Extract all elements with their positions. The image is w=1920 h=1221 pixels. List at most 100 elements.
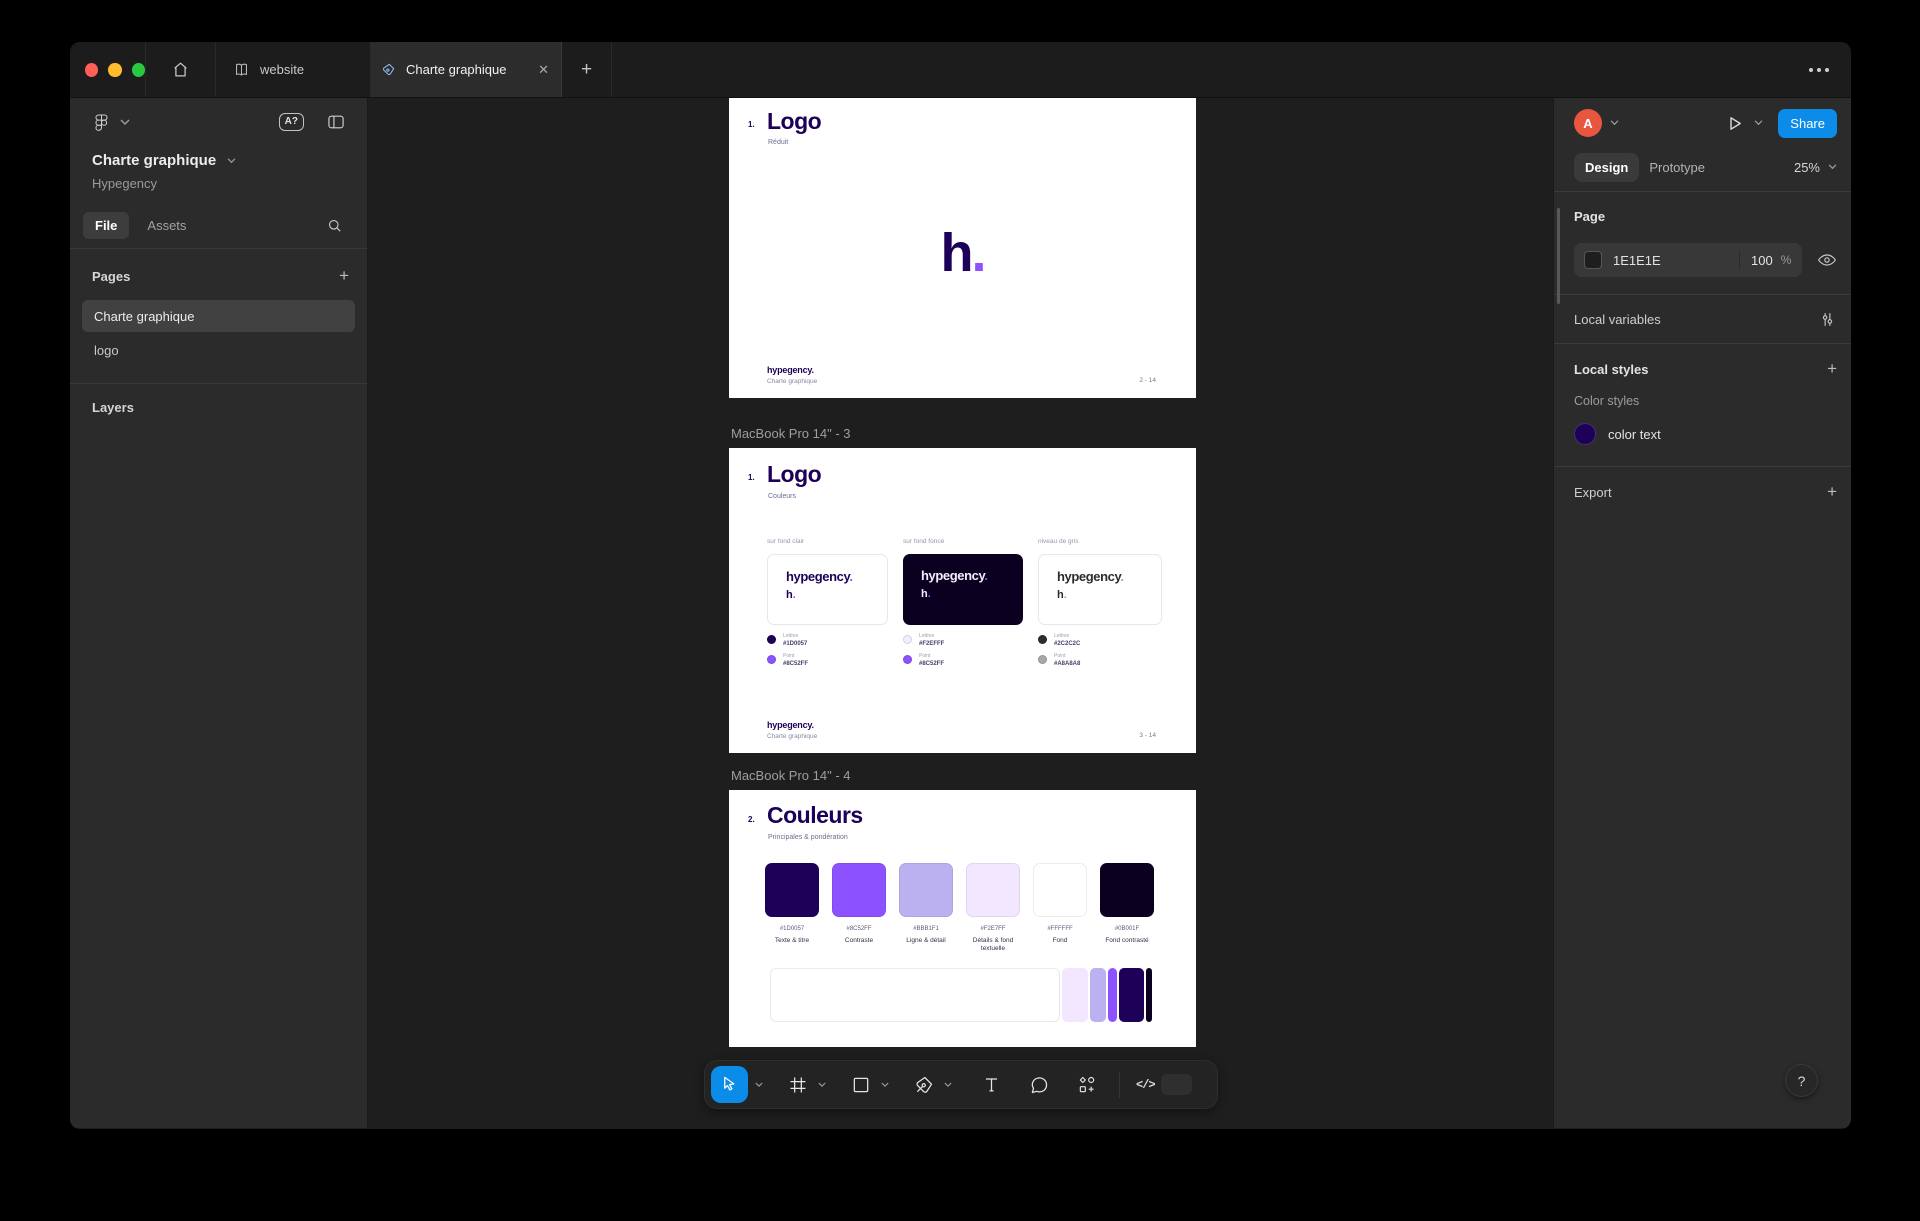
titlebar-spacer	[612, 42, 1809, 97]
pages-header[interactable]: Pages	[92, 269, 130, 284]
eye-icon[interactable]	[1817, 250, 1837, 270]
frame-subtitle: Couleurs	[768, 493, 796, 500]
chevron-down-icon[interactable]	[227, 158, 236, 164]
figma-logo-icon[interactable]	[92, 113, 111, 132]
close-window-button[interactable]	[85, 63, 98, 77]
frame-couleurs[interactable]: 2. Couleurs Principales & pondération #1…	[729, 790, 1196, 1047]
canvas[interactable]: 1. Logo Réduit h. hypegency. Charte grap…	[368, 98, 1553, 1128]
frame-label[interactable]: MacBook Pro 14" - 3	[731, 426, 851, 441]
logo-card-dark: sur fond foncé hypegency. h. Lettres#F2E…	[903, 538, 1023, 667]
move-tool-button[interactable]	[711, 1066, 748, 1103]
close-tab-icon[interactable]: ✕	[538, 62, 549, 78]
window-controls	[70, 42, 146, 97]
present-chevron-icon[interactable]	[1754, 120, 1763, 126]
team-name: Hypegency	[92, 176, 347, 191]
tab-website[interactable]: website	[216, 42, 371, 97]
section-number: 1.	[748, 473, 755, 482]
local-styles-header: Local styles	[1574, 362, 1648, 377]
present-icon[interactable]	[1724, 113, 1745, 134]
tab-label: website	[260, 62, 304, 77]
pen-tool-chevron-icon[interactable]	[944, 1082, 952, 1088]
dev-mode-toggle[interactable]	[1161, 1074, 1192, 1095]
frame-title: Logo	[767, 108, 821, 135]
actions-icon[interactable]	[1077, 1075, 1097, 1095]
frame-footer: hypegency. Charte graphique	[767, 365, 817, 385]
page-color-input[interactable]: 1E1E1E 100%	[1574, 243, 1802, 277]
local-variables-header: Local variables	[1574, 312, 1661, 327]
missing-fonts-button[interactable]: A?	[279, 113, 304, 131]
color-style-item[interactable]: color text	[1574, 423, 1837, 445]
frame-title: Couleurs	[767, 802, 863, 829]
scrollbar[interactable]	[1557, 208, 1560, 304]
color-palette: #1D0057Texte & titre #8C52FFContraste #B…	[765, 863, 1154, 954]
help-button[interactable]: ?	[1785, 1064, 1818, 1097]
tab-prototype[interactable]: Prototype	[1649, 160, 1705, 175]
comment-tool-button[interactable]	[1029, 1075, 1049, 1095]
share-button[interactable]: Share	[1778, 109, 1837, 138]
shape-tool-chevron-icon[interactable]	[881, 1082, 889, 1088]
section-number: 1.	[748, 120, 755, 129]
logo-card-grayscale: niveau de gris hypegency. h. Lettres#2C2…	[1038, 538, 1162, 667]
color-styles-header: Color styles	[1574, 394, 1837, 408]
avatar[interactable]: A	[1574, 109, 1602, 137]
add-style-button[interactable]: +	[1827, 359, 1837, 379]
page-opacity-field[interactable]: 100%	[1740, 253, 1802, 268]
section-number: 2.	[748, 815, 755, 824]
frame-subtitle: Principales & pondération	[768, 834, 848, 841]
layers-header[interactable]: Layers	[92, 400, 367, 415]
home-tab[interactable]	[146, 42, 216, 97]
page-number: 3 - 14	[1139, 732, 1156, 739]
search-icon[interactable]	[326, 217, 343, 234]
tab-label: Charte graphique	[406, 62, 506, 77]
avatar-chevron-icon[interactable]	[1610, 120, 1619, 126]
page-color-swatch[interactable]	[1584, 251, 1602, 269]
brand-logo: h.	[729, 226, 1196, 280]
move-tool-chevron-icon[interactable]	[755, 1082, 763, 1088]
page-item-logo[interactable]: logo	[82, 334, 355, 366]
tab-assets[interactable]: Assets	[137, 212, 196, 239]
page-color-hex[interactable]: 1E1E1E	[1613, 253, 1739, 268]
logo-card-light: sur fond clair hypegency. h. Lettres#1D0…	[767, 538, 888, 667]
book-icon	[233, 61, 250, 78]
export-header: Export	[1574, 485, 1612, 500]
color-style-name: color text	[1608, 427, 1661, 442]
right-panel: A Share Design Prototype 25% Page	[1553, 98, 1851, 1128]
add-export-button[interactable]: +	[1827, 482, 1837, 502]
page-section-header: Page	[1574, 209, 1837, 224]
frame-tool-button[interactable]	[788, 1075, 808, 1095]
home-icon	[171, 60, 190, 79]
frame-logo-couleurs[interactable]: 1. Logo Couleurs sur fond clair hypegenc…	[729, 448, 1196, 753]
new-tab-button[interactable]: +	[562, 42, 612, 97]
left-sidebar: A? Charte graphique Hypegency File Asset…	[70, 98, 368, 1128]
minimize-window-button[interactable]	[108, 63, 121, 77]
frame-label[interactable]: MacBook Pro 14" - 4	[731, 768, 851, 783]
panel-toggle-icon[interactable]	[326, 112, 346, 132]
tab-design[interactable]: Design	[1574, 153, 1639, 182]
add-page-button[interactable]: +	[339, 266, 349, 286]
figma-window: website Charte graphique ✕ + A?	[70, 42, 1851, 1129]
variables-icon[interactable]	[1818, 310, 1837, 329]
more-menu-icon[interactable]	[1809, 42, 1829, 97]
figma-draft-icon	[380, 62, 396, 78]
frame-tool-chevron-icon[interactable]	[818, 1082, 826, 1088]
color-weight-bar	[770, 968, 1152, 1022]
text-tool-button[interactable]	[982, 1075, 1001, 1094]
tab-charte-graphique[interactable]: Charte graphique ✕	[371, 42, 562, 97]
titlebar: website Charte graphique ✕ +	[70, 42, 1851, 98]
chevron-down-icon[interactable]	[120, 119, 130, 126]
frame-logo-reduit[interactable]: 1. Logo Réduit h. hypegency. Charte grap…	[729, 98, 1196, 398]
zoom-level[interactable]: 25%	[1794, 160, 1820, 175]
zoom-window-button[interactable]	[132, 63, 145, 77]
page-number: 2 - 14	[1139, 377, 1156, 384]
frame-subtitle: Réduit	[768, 139, 788, 146]
tab-file[interactable]: File	[83, 212, 129, 239]
shape-tool-button[interactable]	[851, 1075, 871, 1095]
color-style-swatch	[1574, 423, 1596, 445]
pen-tool-button[interactable]	[914, 1075, 934, 1095]
cursor-icon	[720, 1075, 739, 1094]
file-title[interactable]: Charte graphique	[92, 152, 216, 169]
dev-mode-icon[interactable]: </>	[1136, 1078, 1155, 1092]
page-item-charte-graphique[interactable]: Charte graphique	[82, 300, 355, 332]
zoom-chevron-icon[interactable]	[1828, 164, 1837, 170]
toolbar: </>	[704, 1060, 1218, 1109]
